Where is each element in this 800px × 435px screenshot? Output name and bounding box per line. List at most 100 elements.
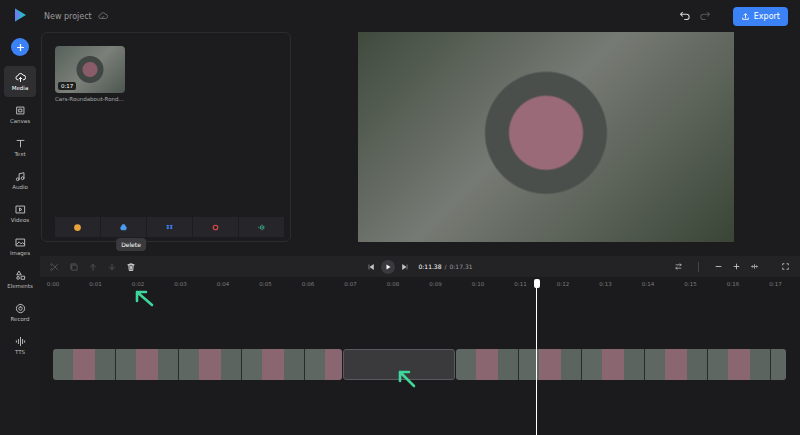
- tick-label: 0:13: [599, 281, 611, 291]
- sidebar-item[interactable]: Audio: [4, 165, 36, 196]
- sidebar-item[interactable]: TTS: [4, 330, 36, 361]
- ruler-tick: 0:04: [223, 281, 266, 291]
- source-button[interactable]: [55, 217, 100, 237]
- playhead[interactable]: [534, 279, 540, 435]
- source-button[interactable]: [239, 217, 284, 237]
- divider: [698, 262, 699, 272]
- tick-label: 0:03: [174, 281, 186, 291]
- arrow-icon: [137, 292, 152, 305]
- tool-button[interactable]: [65, 258, 83, 276]
- canvas-icon: [15, 105, 26, 116]
- tool-icon: [107, 262, 117, 272]
- media-icon: [15, 72, 26, 83]
- playhead-handle[interactable]: [534, 279, 540, 288]
- record-icon: [15, 303, 26, 314]
- ruler-tick: 0:13: [606, 281, 649, 291]
- time-separator: /: [444, 263, 446, 270]
- tick-label: 0:01: [89, 281, 101, 291]
- sidebar-list: Media Canvas Text Audio Videos Images Elements…: [4, 66, 36, 363]
- zoom-in-icon[interactable]: [732, 262, 741, 271]
- media-grid: 0:17Cars-Roundabout-Rond...: [55, 46, 285, 102]
- workspace: 0:17Cars-Roundabout-Rond...: [40, 32, 800, 242]
- tick-label: 0:12: [557, 281, 569, 291]
- sidebar-label: Text: [14, 151, 25, 158]
- sidebar-label: Audio: [12, 184, 28, 191]
- fit-icon[interactable]: [750, 262, 759, 271]
- sidebar-label: Images: [10, 250, 30, 257]
- sidebar-item[interactable]: Elements: [4, 264, 36, 295]
- video-clip[interactable]: [456, 349, 787, 380]
- sidebar-label: Elements: [7, 283, 33, 290]
- edit-tools: Delete: [40, 258, 367, 276]
- add-button[interactable]: [11, 38, 29, 56]
- sidebar-label: Record: [10, 316, 29, 323]
- source-button[interactable]: [147, 217, 192, 237]
- ruler-tick: 0:03: [181, 281, 224, 291]
- undo-button[interactable]: [679, 9, 693, 23]
- audio-wave-icon: [257, 223, 266, 232]
- ruler-tick: 0:12: [563, 281, 606, 291]
- tool-button[interactable]: [103, 258, 121, 276]
- dropbox-icon: [165, 223, 174, 232]
- video-clip[interactable]: [53, 349, 342, 380]
- ruler-tick: 0:08: [393, 281, 436, 291]
- media-name: Cars-Roundabout-Rond...: [55, 96, 135, 102]
- play-button[interactable]: [381, 260, 395, 274]
- redo-button[interactable]: [699, 9, 713, 23]
- source-button[interactable]: [193, 217, 238, 237]
- ruler-tick: 0:06: [308, 281, 351, 291]
- snap-icon[interactable]: [674, 262, 683, 271]
- ruler-tick: 0:15: [691, 281, 734, 291]
- plus-icon: [15, 42, 26, 53]
- ruler-tick: 0:00: [53, 281, 96, 291]
- main-area: New project Export 0:17Cars-Roundabout-Ron…: [40, 0, 800, 435]
- tool-icon: [50, 262, 60, 272]
- tick-label: 0:08: [387, 281, 399, 291]
- timeline-body: 0:000:010:020:030:040:050:060:070:080:09…: [40, 277, 800, 435]
- sidebar-item[interactable]: Record: [4, 297, 36, 328]
- time-ruler: 0:000:010:020:030:040:050:060:070:080:09…: [40, 281, 800, 291]
- skip-forward-icon[interactable]: [401, 263, 409, 271]
- ruler-tick: 0:16: [733, 281, 776, 291]
- videos-icon: [15, 204, 26, 215]
- zoom-controls: [473, 262, 800, 272]
- sidebar-item[interactable]: Text: [4, 132, 36, 163]
- video-preview: [358, 32, 734, 242]
- sidebar-label: Canvas: [10, 118, 30, 125]
- fullscreen-icon[interactable]: [781, 262, 790, 271]
- project-title[interactable]: New project: [44, 12, 92, 21]
- video-track: [40, 349, 800, 380]
- sidebar-item[interactable]: Canvas: [4, 99, 36, 130]
- ruler-tick: 0:11: [521, 281, 564, 291]
- sidebar-label: TTS: [15, 349, 25, 356]
- undo-icon: [679, 9, 691, 21]
- media-card[interactable]: 0:17Cars-Roundabout-Rond...: [55, 46, 135, 102]
- elements-icon: [15, 270, 26, 281]
- tool-button[interactable]: Delete: [122, 258, 140, 276]
- tick-label: 0:10: [472, 281, 484, 291]
- import-sources: [55, 217, 284, 237]
- tool-button[interactable]: [84, 258, 102, 276]
- sidebar-item[interactable]: Media: [4, 66, 36, 97]
- text-icon: [15, 138, 26, 149]
- timeline-gap[interactable]: [343, 349, 455, 380]
- google-photos-icon: [73, 223, 82, 232]
- ruler-tick: 0:02: [138, 281, 181, 291]
- source-button[interactable]: [101, 217, 146, 237]
- tick-label: 0:15: [684, 281, 696, 291]
- sidebar-item[interactable]: Videos: [4, 198, 36, 229]
- ruler-tick: 0:05: [266, 281, 309, 291]
- tool-button[interactable]: [46, 258, 64, 276]
- upload-icon: [741, 12, 750, 21]
- current-time: 0:11.38: [418, 263, 441, 270]
- zoom-out-icon[interactable]: [714, 262, 723, 271]
- ruler-tick: 0:01: [96, 281, 139, 291]
- tick-label: 0:07: [344, 281, 356, 291]
- tool-icon: [69, 262, 79, 272]
- sidebar-item[interactable]: Images: [4, 231, 36, 262]
- sidebar-label: Media: [12, 85, 29, 92]
- export-button[interactable]: Export: [733, 7, 788, 26]
- tick-label: 0:14: [642, 281, 654, 291]
- app-logo-icon[interactable]: [12, 7, 28, 23]
- skip-back-icon[interactable]: [367, 263, 375, 271]
